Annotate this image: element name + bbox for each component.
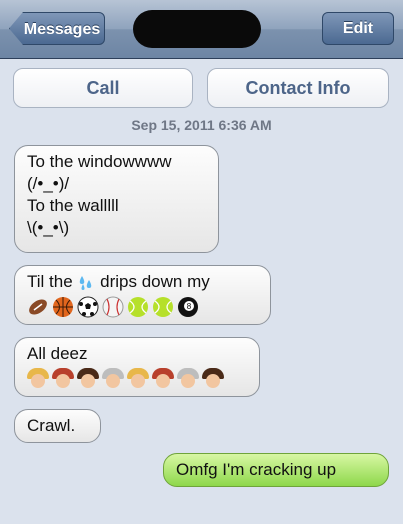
girl-emoji (202, 368, 224, 390)
woman-emoji (52, 368, 74, 390)
message-text: To the walllll (27, 196, 119, 215)
message-text: Crawl. (27, 416, 76, 435)
messages-back-button[interactable]: Messages (9, 12, 105, 45)
navigation-bar: Messages Edit (0, 0, 403, 59)
message-text: To the windowwww (27, 152, 172, 171)
8-ball-emoji: 8 (177, 296, 199, 318)
redacted-contact-name (133, 10, 261, 48)
baseball-emoji (102, 296, 124, 318)
message-bubble-incoming[interactable]: To the windowwww (/•_•)/ To the walllll … (14, 145, 219, 253)
message-bubble-incoming[interactable]: Crawl. (14, 409, 101, 443)
old-woman-emoji (102, 368, 124, 390)
princess-emoji (127, 368, 149, 390)
message-text-end: drips down my (100, 272, 210, 291)
message-text: Til the drips down my (27, 271, 258, 293)
message-bubble-incoming[interactable]: All deez (14, 337, 260, 397)
girl-emoji (77, 368, 99, 390)
call-button[interactable]: Call (13, 68, 193, 108)
message-text: (/•_•)/ (27, 174, 70, 193)
message-bubble-outgoing[interactable]: Omfg I'm cracking up (163, 453, 389, 487)
tennis-ball-emoji (127, 296, 149, 318)
old-woman-emoji (177, 368, 199, 390)
basketball-emoji (52, 296, 74, 318)
message-timestamp: Sep 15, 2011 6:36 AM (131, 117, 272, 133)
sweat-droplets-emoji (77, 274, 95, 292)
message-text: Omfg I'm cracking up (176, 460, 337, 479)
woman-emoji (152, 368, 174, 390)
message-text-start: Til the (27, 272, 73, 291)
princess-emoji (27, 368, 49, 390)
message-bubble-incoming[interactable]: Til the drips down my 8 (14, 265, 271, 325)
svg-text:8: 8 (187, 302, 192, 311)
message-text: All deez (27, 344, 88, 363)
edit-button[interactable]: Edit (322, 12, 394, 45)
soccer-ball-emoji (77, 296, 99, 318)
contact-info-button[interactable]: Contact Info (207, 68, 389, 108)
football-emoji (27, 296, 49, 318)
tennis-ball-emoji (152, 296, 174, 318)
message-text: \(•_•\) (27, 218, 70, 237)
